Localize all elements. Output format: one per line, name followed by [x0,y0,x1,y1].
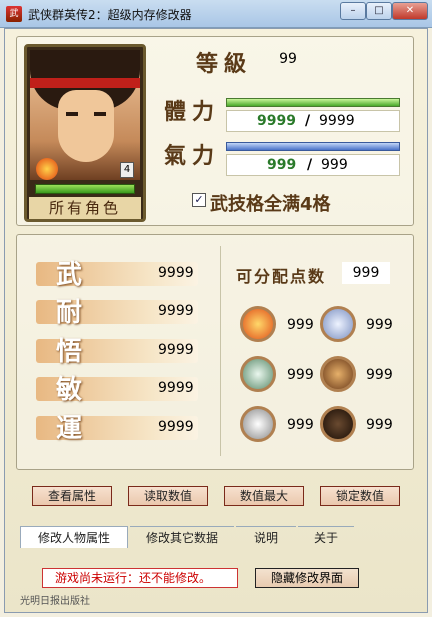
attr-row-min: 敏 9999 [36,375,198,405]
maximize-button[interactable]: □ [366,2,392,20]
hp-separator: / [305,113,311,129]
mp-bar [226,142,400,151]
headband [30,78,140,88]
tab-about[interactable]: 关于 [298,526,354,548]
app-icon: 武 [6,6,22,22]
close-button[interactable]: ✕ [392,2,428,20]
martial-checkbox-label: 武技格全满4格 [210,194,331,215]
tab-modify-other[interactable]: 修改其它数据 [130,526,234,548]
attr-label-min: 敏 [56,375,83,405]
skill-ice-value[interactable]: 999 [366,317,393,333]
portrait-label: 所有角色 [29,197,141,219]
attr-value-min[interactable]: 9999 [158,380,194,396]
minimize-button[interactable]: – [340,2,366,20]
footer-text: 光明日报出版社 [20,596,90,607]
fire-icon [240,306,276,342]
read-values-button[interactable]: 读取数值 [128,486,208,506]
attr-value-nai[interactable]: 9999 [158,303,194,319]
hp-max: 9999 [319,113,355,129]
attr-row-wu: 武 9999 [36,260,198,290]
points-label: 可分配点数 [236,267,327,286]
portrait-image: 4 [30,50,140,180]
skill-tornado-value[interactable]: 999 [287,367,314,383]
status-message: 游戏尚未运行：还不能修改。 [42,568,238,588]
skill-blade-value[interactable]: 999 [287,417,314,433]
window-title: 武侠群英传2：超级内存修改器 [28,8,192,22]
attr-label-wu2: 悟 [56,337,83,367]
bull-icon [320,406,356,442]
skill-rock-value[interactable]: 999 [366,367,393,383]
hp-bar [226,98,400,107]
portrait-hp-bar [35,184,135,194]
title-bar: 武 武侠群英传2：超级内存修改器 – □ ✕ [0,0,432,28]
character-portrait[interactable]: 4 所有角色 [24,44,146,222]
fire-element-icon [36,158,58,180]
ice-crystal-icon [320,306,356,342]
lock-values-button[interactable]: 锁定数值 [320,486,400,506]
martial-checkbox[interactable]: ✓ [192,193,206,207]
level-label: 等級 [196,52,253,77]
view-attributes-button[interactable]: 查看属性 [32,486,112,506]
attr-value-wu[interactable]: 9999 [158,265,194,281]
tornado-icon [240,356,276,392]
attr-label-wu: 武 [56,260,83,290]
character-badge: 4 [120,162,134,178]
hide-interface-button[interactable]: 隐藏修改界面 [255,568,359,588]
hp-current: 9999 [257,113,296,129]
hp-label: 體力 [164,100,221,125]
attr-value-wu2[interactable]: 9999 [158,342,194,358]
points-value[interactable]: 999 [342,262,390,284]
mp-current: 999 [267,157,297,173]
mp-field[interactable]: 999 / 999 [226,154,400,176]
attr-row-wu2: 悟 9999 [36,337,198,367]
attr-row-yun: 運 9999 [36,414,198,444]
max-values-button[interactable]: 数值最大 [224,486,304,506]
skill-fire-value[interactable]: 999 [287,317,314,333]
level-value[interactable]: 99 [263,47,313,71]
mp-separator: / [307,157,313,173]
mp-label: 氣力 [164,144,221,169]
attr-value-yun[interactable]: 9999 [158,419,194,435]
skill-bull-value[interactable]: 999 [366,417,393,433]
tab-modify-character[interactable]: 修改人物属性 [20,526,128,548]
attr-label-nai: 耐 [56,298,83,328]
hp-field[interactable]: 9999 / 9999 [226,110,400,132]
panel-divider [220,246,221,456]
attr-label-yun: 運 [56,414,83,444]
tab-help[interactable]: 说明 [236,526,296,548]
blade-icon [240,406,276,442]
attr-row-nai: 耐 9999 [36,298,198,328]
mp-max: 999 [321,157,348,173]
rock-icon [320,356,356,392]
